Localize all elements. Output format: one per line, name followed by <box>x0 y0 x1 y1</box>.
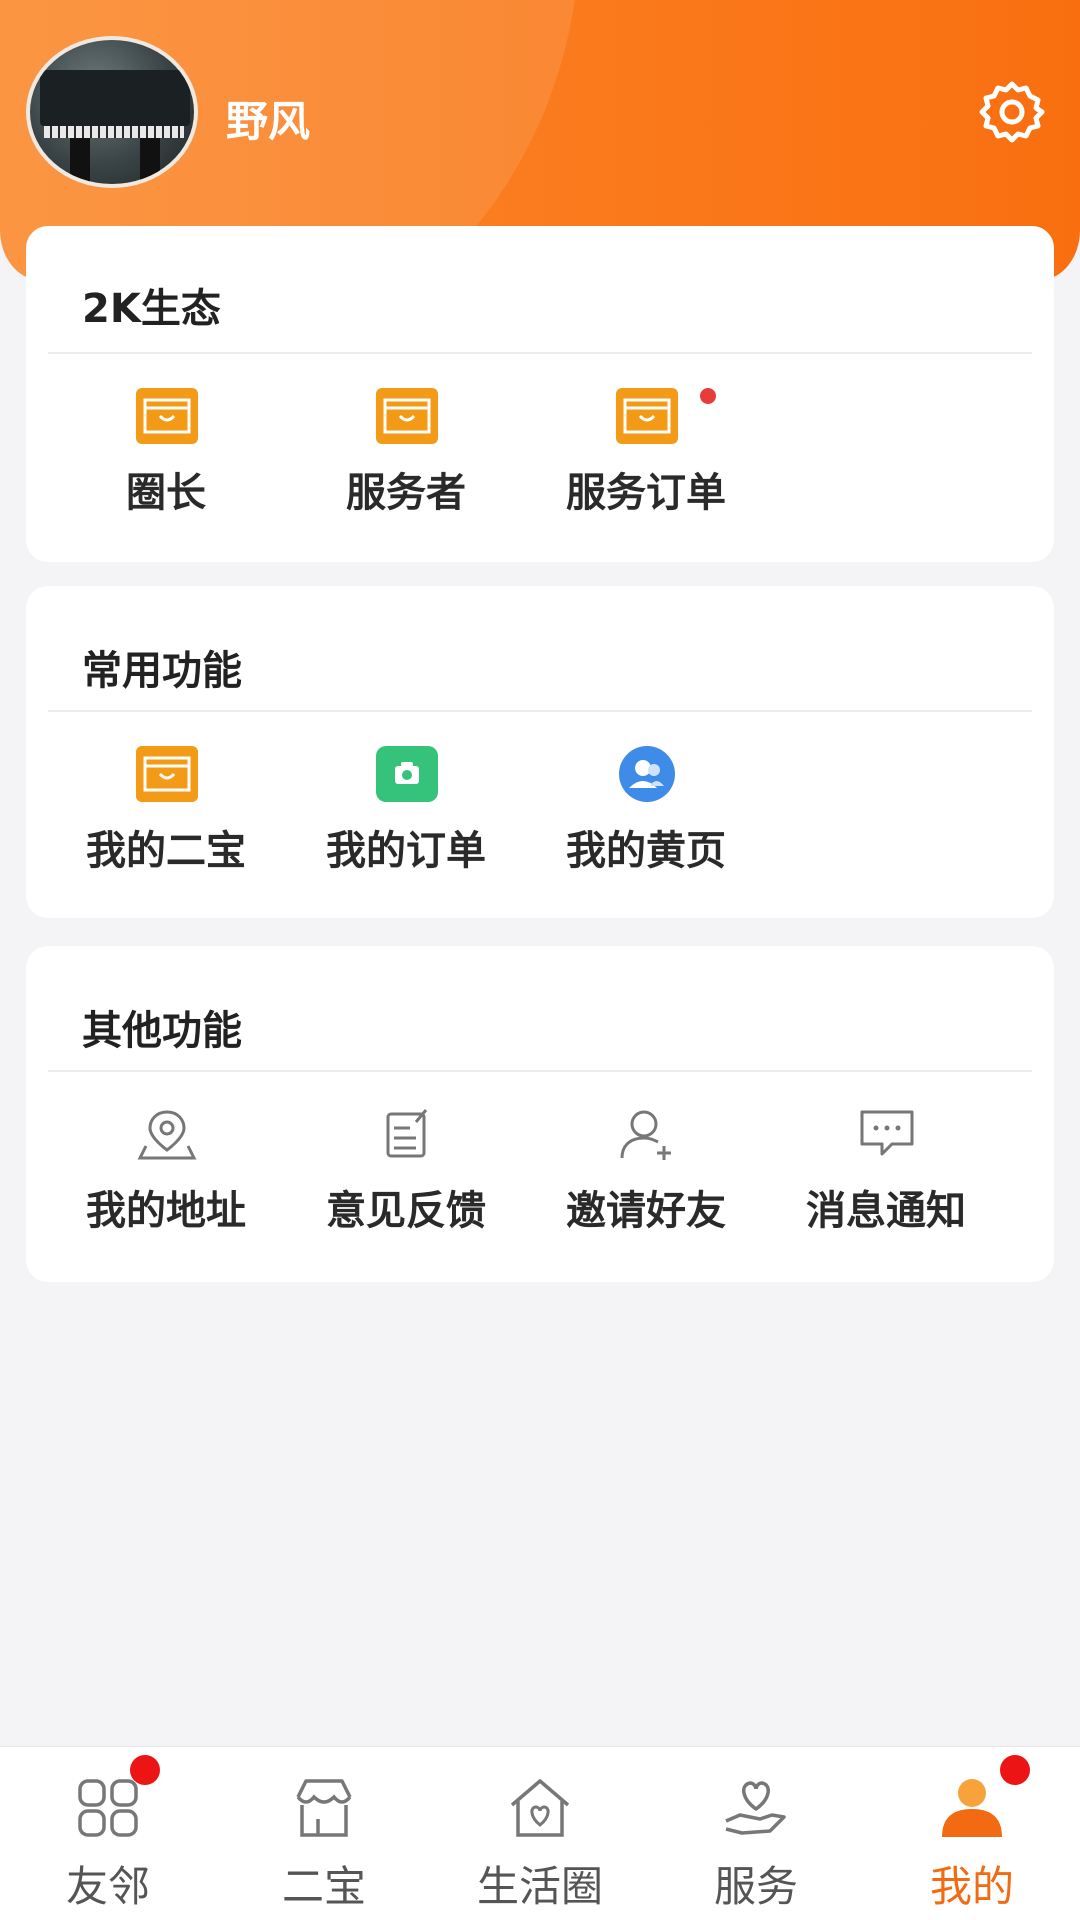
orange-box-icon <box>136 388 198 444</box>
profile-page: 野风 2K生态 圈长 服务者 服务订单 常用功能 我的二宝 我的订单 我的黄页 … <box>0 0 1080 1920</box>
nav-tab-service[interactable]: 服务 <box>648 1747 864 1920</box>
settings-gear-icon[interactable] <box>978 78 1046 146</box>
username[interactable]: 野风 <box>226 88 310 149</box>
common-item-label: 我的黄页 <box>566 828 726 874</box>
orange-box-icon <box>376 388 438 444</box>
other-item-invite-friends[interactable]: 邀请好友 <box>526 1106 766 1256</box>
eco-item-label: 服务订单 <box>566 470 726 516</box>
home-heart-icon <box>504 1775 576 1841</box>
eco-item-circle-leader[interactable]: 圈长 <box>46 388 286 538</box>
other-title: 其他功能 <box>82 1008 242 1054</box>
bottom-nav: 友邻 二宝 生活圈 服务 我的 <box>0 1746 1080 1920</box>
eco-item-service-orders[interactable]: 服务订单 <box>526 388 766 538</box>
hand-heart-icon <box>720 1775 792 1841</box>
nav-label: 二宝 <box>281 1862 366 1911</box>
add-user-icon <box>616 1106 678 1162</box>
other-item-feedback[interactable]: 意见反馈 <box>286 1106 526 1256</box>
other-item-label: 消息通知 <box>806 1188 966 1234</box>
eco-item-label: 圈长 <box>126 470 206 516</box>
common-item-my-yellow-pages[interactable]: 我的黄页 <box>526 746 766 896</box>
nav-label: 生活圈 <box>476 1862 603 1911</box>
common-divider <box>48 710 1032 712</box>
common-item-my-erbao[interactable]: 我的二宝 <box>46 746 286 896</box>
eco-title: 2K生态 <box>82 286 221 332</box>
other-item-notifications[interactable]: 消息通知 <box>766 1106 1006 1256</box>
eco-divider <box>48 352 1032 354</box>
orange-box-icon <box>616 388 678 444</box>
new-order-dot <box>700 388 716 404</box>
nav-label: 友邻 <box>65 1862 150 1911</box>
common-item-label: 我的二宝 <box>86 828 246 874</box>
store-icon <box>288 1775 360 1841</box>
other-item-label: 邀请好友 <box>566 1188 726 1234</box>
person-icon <box>936 1775 1008 1841</box>
other-card: 其他功能 我的地址 意见反馈 邀请好友 消息通知 <box>26 946 1054 1282</box>
blue-contacts-icon <box>616 746 678 802</box>
common-title: 常用功能 <box>82 648 242 694</box>
avatar[interactable] <box>26 36 198 188</box>
nav-badge <box>130 1755 160 1785</box>
common-card: 常用功能 我的二宝 我的订单 我的黄页 <box>26 586 1054 918</box>
nav-tab-mine[interactable]: 我的 <box>864 1747 1080 1920</box>
other-item-label: 我的地址 <box>86 1188 246 1234</box>
nav-label: 我的 <box>929 1862 1014 1911</box>
common-item-my-orders[interactable]: 我的订单 <box>286 746 526 896</box>
eco-card: 2K生态 圈长 服务者 服务订单 <box>26 226 1054 562</box>
nav-label: 服务 <box>713 1862 798 1911</box>
message-icon <box>856 1106 918 1162</box>
nav-badge <box>1000 1755 1030 1785</box>
nav-tab-life-circle[interactable]: 生活圈 <box>432 1747 648 1920</box>
feedback-edit-icon <box>376 1106 438 1162</box>
other-divider <box>48 1070 1032 1072</box>
nav-tab-neighbors[interactable]: 友邻 <box>0 1747 216 1920</box>
common-item-label: 我的订单 <box>326 828 486 874</box>
orange-box-icon <box>136 746 198 802</box>
green-camera-icon <box>376 746 438 802</box>
other-item-my-address[interactable]: 我的地址 <box>46 1106 286 1256</box>
grid-icon <box>72 1775 144 1841</box>
eco-item-label: 服务者 <box>346 470 466 516</box>
eco-item-service-provider[interactable]: 服务者 <box>286 388 526 538</box>
map-pin-icon <box>136 1106 198 1162</box>
nav-tab-erbao[interactable]: 二宝 <box>216 1747 432 1920</box>
other-item-label: 意见反馈 <box>326 1188 486 1234</box>
